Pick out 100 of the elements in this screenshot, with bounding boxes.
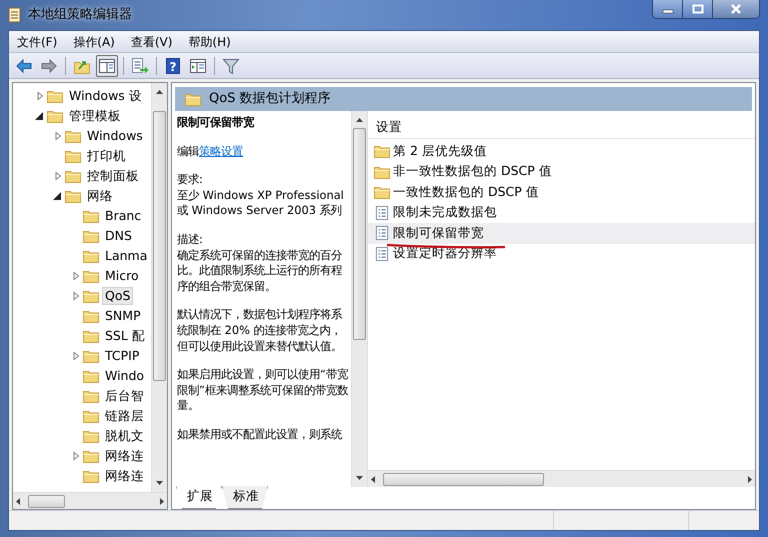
filter-icon xyxy=(222,56,240,74)
description-label: 描述: xyxy=(177,232,204,248)
tree-item[interactable]: 网络 xyxy=(84,187,116,205)
folder-icon xyxy=(83,289,99,303)
folder-icon xyxy=(65,129,81,143)
back-arrow-icon xyxy=(15,56,33,74)
collapsed-icon[interactable] xyxy=(71,451,81,461)
window-title: 本地组策略编辑器 xyxy=(28,6,132,24)
setting-row[interactable]: 一致性数据包的 DSCP 值 xyxy=(368,182,755,202)
folder-icon xyxy=(83,249,99,263)
maximize-button[interactable] xyxy=(683,0,713,18)
collapsed-icon[interactable] xyxy=(71,351,81,361)
minimize-button[interactable] xyxy=(653,0,683,18)
requirements-label: 要求: xyxy=(177,172,204,188)
tree-item[interactable]: TCPIP xyxy=(102,347,142,365)
collapsed-icon[interactable] xyxy=(53,171,63,181)
folder-icon xyxy=(65,189,81,203)
tree-item[interactable]: Lanma xyxy=(102,247,150,265)
folder-icon xyxy=(65,169,81,183)
collapsed-icon[interactable] xyxy=(71,291,81,301)
setting-label: 限制未完成数据包 xyxy=(393,203,497,222)
setting-label: 一致性数据包的 DSCP 值 xyxy=(393,182,539,201)
folder-icon xyxy=(47,109,63,123)
expanded-icon[interactable] xyxy=(53,191,63,201)
policy-settings-link[interactable]: 策略设置 xyxy=(199,144,243,158)
tree-item[interactable]: 脱机文 xyxy=(102,427,147,445)
folder-icon xyxy=(374,164,390,179)
menu-item[interactable]: 查看(V) xyxy=(122,32,180,50)
vertical-scrollbar[interactable] xyxy=(351,111,367,487)
collapsed-icon[interactable] xyxy=(71,271,81,281)
list-document-icon xyxy=(374,246,390,261)
folder-icon xyxy=(374,185,390,200)
maximize-icon xyxy=(692,4,704,14)
setting-row[interactable]: 第 2 层优先级值 xyxy=(368,141,755,162)
scrollbar-thumb[interactable] xyxy=(153,111,166,382)
view-tab[interactable]: 标准 xyxy=(222,486,268,509)
tree-item[interactable]: 打印机 xyxy=(84,147,129,165)
setting-title: 限制可保留带宽 xyxy=(177,115,256,131)
tree-item[interactable]: 网络连 xyxy=(102,447,147,465)
folder-icon xyxy=(83,269,99,283)
folder-icon xyxy=(83,229,99,243)
view-tab[interactable]: 扩展 xyxy=(176,486,222,509)
folder-icon xyxy=(374,144,390,158)
tree-item[interactable]: Micro xyxy=(102,267,142,285)
panel-icon xyxy=(189,56,207,74)
tree-item[interactable]: 后台智 xyxy=(102,387,147,405)
scrollbar-thumb[interactable] xyxy=(383,472,544,486)
folder-icon xyxy=(65,149,81,163)
menu-item[interactable]: 文件(F) xyxy=(9,32,66,50)
tree-item[interactable]: SSL 配 xyxy=(102,327,148,345)
forward-arrow-icon xyxy=(40,56,58,74)
collapsed-icon[interactable] xyxy=(53,131,63,141)
list-document-icon xyxy=(374,226,390,240)
tree-item[interactable]: 网络连 xyxy=(102,467,147,485)
setting-row[interactable]: 限制可保留带宽 xyxy=(368,223,755,244)
edit-policy-text: 编辑策略设置 xyxy=(177,144,244,160)
folder-icon xyxy=(83,409,99,423)
vertical-scrollbar[interactable] xyxy=(151,83,167,492)
expanded-icon[interactable] xyxy=(35,111,45,121)
toolbar-button[interactable] xyxy=(96,54,118,76)
folder-icon xyxy=(83,309,99,323)
horizontal-scrollbar[interactable] xyxy=(368,470,755,487)
description-text: 如果禁用或不配置此设置，则系统 xyxy=(177,426,344,442)
folder-icon xyxy=(83,429,99,443)
list-export-icon xyxy=(131,56,149,74)
close-button[interactable] xyxy=(713,0,759,18)
setting-row[interactable]: 限制未完成数据包 xyxy=(368,202,755,223)
tree-item[interactable]: SNMP xyxy=(102,307,144,325)
folder-icon xyxy=(83,209,99,223)
column-header[interactable]: 设置 xyxy=(368,117,755,139)
list-document-icon xyxy=(374,206,390,220)
collapsed-icon[interactable] xyxy=(35,91,45,101)
tree-item[interactable]: Windows 设 xyxy=(66,87,145,105)
folder-icon xyxy=(83,389,99,403)
tree-item[interactable]: Windows xyxy=(84,127,146,145)
close-icon xyxy=(730,4,742,14)
setting-label: 非一致性数据包的 DSCP 值 xyxy=(393,162,552,180)
panel-icon xyxy=(98,56,116,74)
folder-icon xyxy=(47,89,63,103)
document-icon xyxy=(8,7,22,23)
scrollbar-thumb[interactable] xyxy=(353,128,366,340)
setting-label: 第 2 层优先级值 xyxy=(393,142,487,160)
scrollbar-thumb[interactable] xyxy=(28,494,66,508)
folder-icon xyxy=(83,449,99,463)
horizontal-scrollbar[interactable] xyxy=(13,492,167,509)
tree-item[interactable]: 管理模板 xyxy=(66,107,124,125)
folder-icon xyxy=(83,349,99,363)
tree-item[interactable]: Windo xyxy=(102,367,148,385)
description-text: 确定系统可保留的连接带宽的百分比。此值限制系统上运行的所有程序的组合带宽保留。 xyxy=(177,248,344,294)
tree-item[interactable]: 控制面板 xyxy=(84,167,142,185)
menu-item[interactable]: 操作(A) xyxy=(65,32,123,50)
tree-item[interactable]: 链路层 xyxy=(102,407,147,425)
folder-icon xyxy=(83,369,99,383)
requirements-text: 至少 Windows XP Professional 或 Windows Server 2003 系列 xyxy=(177,188,345,219)
menu-item[interactable]: 帮助(H) xyxy=(180,32,239,50)
setting-row[interactable]: 非一致性数据包的 DSCP 值 xyxy=(368,162,755,182)
tree-item[interactable]: QoS xyxy=(102,287,134,305)
tree-item[interactable]: DNS xyxy=(102,227,135,245)
description-text: 如果启用此设置，则可以使用“带宽限制”框来调整系统可保留的带宽数量。 xyxy=(177,367,349,414)
tree-item[interactable]: Branc xyxy=(102,207,144,225)
